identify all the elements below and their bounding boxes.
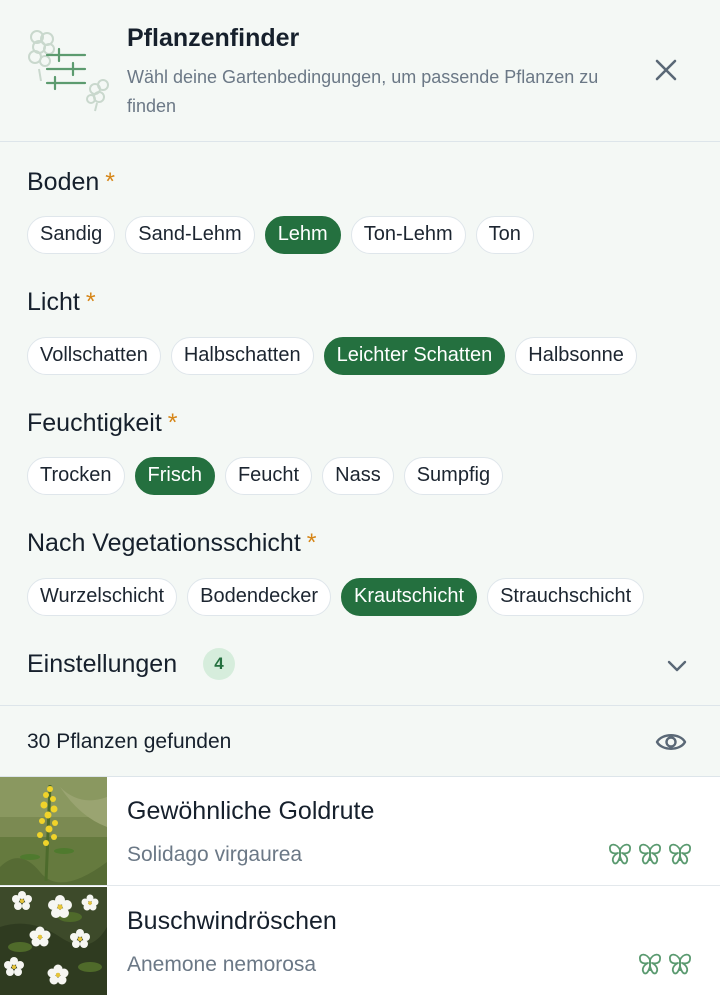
required-mark: * (167, 409, 178, 437)
page-title: Pflanzenfinder (127, 24, 300, 52)
chip-light-vollschatten[interactable]: Vollschatten (27, 337, 161, 375)
close-icon[interactable] (650, 54, 682, 86)
butterfly-icon (609, 843, 631, 865)
chip-layer-strauchschicht[interactable]: Strauchschicht (487, 578, 645, 616)
plant-filter-illustration-icon (28, 30, 109, 112)
eye-icon[interactable] (655, 730, 687, 754)
plant-latin-name: Solidago virgaurea (127, 843, 303, 866)
chip-soil-sandig[interactable]: Sandig (27, 216, 116, 254)
chip-layer-wurzelschicht[interactable]: Wurzelschicht (27, 578, 178, 616)
goldenrod-photo (0, 777, 107, 885)
results-bar: 30 Pflanzen gefunden (0, 706, 720, 777)
light-chip-group: Vollschatten Halbschatten Leichter Schat… (27, 337, 637, 375)
chip-soil-ton-lehm[interactable]: Ton-Lehm (350, 216, 466, 254)
light-section-title: Licht * (27, 288, 96, 317)
required-mark: * (306, 529, 317, 557)
chip-moisture-nass[interactable]: Nass (322, 457, 394, 495)
chip-soil-ton[interactable]: Ton (475, 216, 534, 254)
chip-light-halbschatten[interactable]: Halbschatten (170, 337, 314, 375)
plant-name: Buschwindröschen (127, 907, 337, 935)
butterfly-rating (607, 841, 693, 867)
layer-title-text: Nach Vegetationsschicht (27, 529, 301, 557)
chip-moisture-feucht[interactable]: Feucht (224, 457, 313, 495)
soil-section-title: Boden * (27, 168, 115, 197)
layer-section-title: Nach Vegetationsschicht * (27, 529, 317, 558)
chip-moisture-trocken[interactable]: Trocken (27, 457, 125, 495)
chip-light-leichter-schatten[interactable]: Leichter Schatten (323, 337, 506, 375)
soil-title-text: Boden (27, 168, 100, 196)
header: Pflanzenfinder Wähl deine Gartenbedingun… (0, 0, 720, 142)
required-mark: * (105, 168, 116, 196)
list-item[interactable]: Gewöhnliche Goldrute Solidago virgaurea (0, 777, 720, 886)
moisture-chip-group: Trocken Frisch Feucht Nass Sumpfig (27, 457, 504, 495)
butterfly-icon (669, 843, 691, 865)
filter-panel: Boden * Sandig Sand-Lehm Lehm Ton-Lehm To… (0, 142, 720, 706)
list-item[interactable]: Buschwindröschen Anemone nemorosa (0, 887, 720, 995)
settings-label: Einstellungen (27, 650, 178, 678)
moisture-section-title: Feuchtigkeit * (27, 409, 178, 438)
butterfly-icon (639, 953, 661, 975)
settings-toggle[interactable]: Einstellungen 4 (27, 646, 697, 686)
butterfly-icon (639, 843, 661, 865)
chip-layer-bodendecker[interactable]: Bodendecker (187, 578, 331, 616)
results-count: 30 Pflanzen gefunden (27, 730, 232, 753)
chevron-down-icon (667, 660, 687, 672)
light-title-text: Licht (27, 288, 80, 316)
butterfly-icon (669, 953, 691, 975)
soil-chip-group: Sandig Sand-Lehm Lehm Ton-Lehm Ton (27, 216, 534, 254)
layer-chip-group: Wurzelschicht Bodendecker Krautschicht S… (27, 578, 645, 616)
plant-name: Gewöhnliche Goldrute (127, 797, 375, 825)
chip-moisture-sumpfig[interactable]: Sumpfig (403, 457, 504, 495)
chip-moisture-frisch[interactable]: Frisch (134, 457, 215, 495)
chip-layer-krautschicht[interactable]: Krautschicht (341, 578, 478, 616)
chip-light-halbsonne[interactable]: Halbsonne (515, 337, 637, 375)
wood-anemone-photo (0, 887, 107, 995)
plant-latin-name: Anemone nemorosa (127, 953, 317, 976)
butterfly-rating (637, 951, 693, 977)
chip-soil-lehm[interactable]: Lehm (264, 216, 341, 254)
chip-soil-sand-lehm[interactable]: Sand-Lehm (125, 216, 255, 254)
settings-count-badge: 4 (203, 648, 235, 680)
moisture-title-text: Feuchtigkeit (27, 409, 162, 437)
required-mark: * (85, 288, 96, 316)
page-subtitle: Wähl deine Gartenbedingungen, um passend… (127, 67, 599, 116)
